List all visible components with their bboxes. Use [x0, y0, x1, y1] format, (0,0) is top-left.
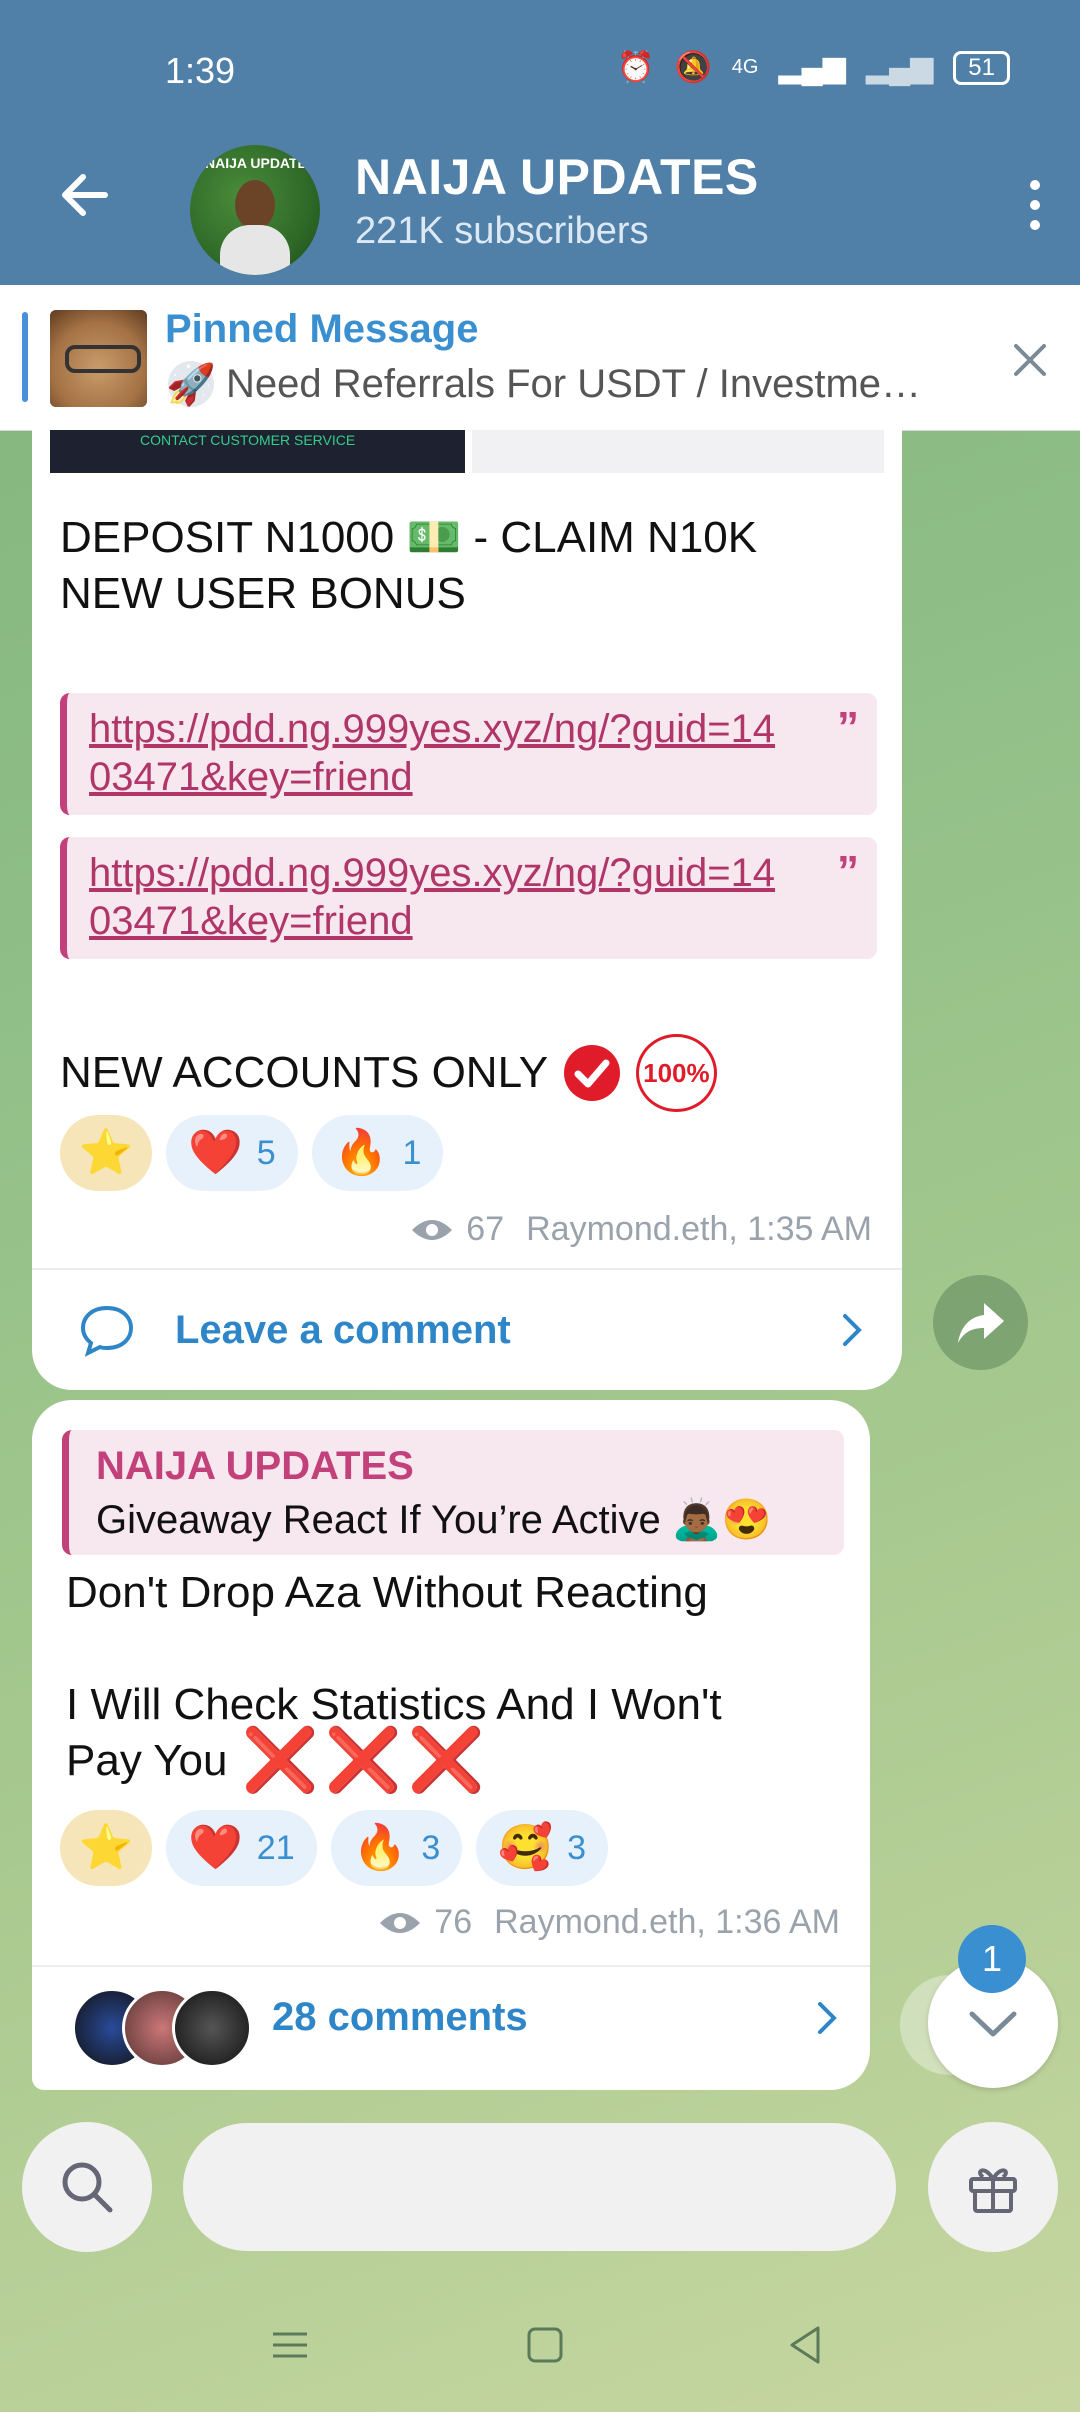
status-bar: 1:39 ⏰ 🔕 4G ▂▄▆ ▂▄▆ 51 [0, 0, 1080, 140]
post-footer-text: NEW ACCOUNTS ONLY 100% [60, 1034, 717, 1112]
share-icon [957, 1302, 1004, 1343]
link[interactable]: https://pdd.ng.999yes.xyz/ng/?guid=14034… [67, 693, 877, 815]
post-text: Don't Drop Aza Without Reacting I Will C… [66, 1565, 722, 1795]
gift-button[interactable] [928, 2122, 1058, 2252]
verified-badge-icon [564, 1045, 621, 1101]
app-header: 1:39 ⏰ 🔕 4G ▂▄▆ ▂▄▆ 51 NAIJA UPDATES NAI… [0, 0, 1080, 285]
unread-badge: 1 [958, 1925, 1026, 1993]
hundred-badge: 100% [636, 1034, 717, 1112]
link[interactable]: https://pdd.ng.999yes.xyz/ng/?guid=14034… [67, 837, 877, 959]
network-label: 4G [731, 56, 759, 78]
alarm-icon: ⏰ [617, 51, 655, 84]
author-time: Raymond.eth, 1:35 AM [526, 1210, 872, 1248]
view-count: 67 [466, 1210, 505, 1248]
avatar-text: NAIJA UPDATES [205, 155, 317, 171]
battery-icon: 51 [953, 50, 1010, 85]
post-text: DEPOSIT N1000 💵 - CLAIM N10K NEW USER BO… [60, 510, 757, 622]
reaction-count: 21 [256, 1828, 295, 1867]
share-button[interactable] [933, 1275, 1028, 1370]
reaction-count: 1 [402, 1133, 422, 1172]
channel-post[interactable]: NAIJA UPDATES Giveaway React If You’re A… [32, 1400, 870, 2090]
close-icon[interactable] [1010, 340, 1050, 380]
chevron-down-icon [969, 2011, 1017, 2037]
post-image[interactable]: CONTACT CUSTOMER SERVICE [50, 430, 465, 473]
link-quote[interactable]: https://pdd.ng.999yes.xyz/ng/?guid=14034… [60, 693, 877, 815]
reaction-heart[interactable]: ❤️ 5 [166, 1115, 298, 1191]
eye-icon [380, 1912, 421, 1933]
post-line: NEW ACCOUNTS ONLY [60, 1048, 549, 1097]
author-time: Raymond.eth, 1:36 AM [494, 1903, 840, 1941]
channel-title[interactable]: NAIJA UPDATES [355, 148, 759, 206]
divider [32, 1965, 870, 1967]
post-meta: 76 Raymond.eth, 1:36 AM [378, 1903, 840, 1942]
image-caption: CONTACT CUSTOMER SERVICE [140, 432, 356, 448]
reaction-fire[interactable]: 🔥 3 [330, 1810, 463, 1886]
home-icon[interactable] [520, 2320, 570, 2370]
mute-icon: 🔕 [674, 51, 712, 84]
gift-icon [969, 2168, 1017, 2213]
signal-icon-2: ▂▄▆ [865, 51, 934, 84]
quote-icon: ” [837, 703, 859, 752]
avatar [172, 1988, 252, 2068]
post-line: Pay You [66, 1736, 228, 1785]
message-input[interactable] [183, 2123, 896, 2251]
channel-avatar[interactable]: NAIJA UPDATES [190, 145, 320, 275]
link-quote[interactable]: https://pdd.ng.999yes.xyz/ng/?guid=14034… [60, 837, 877, 959]
search-icon [62, 2162, 113, 2213]
back-arrow-icon[interactable] [55, 165, 115, 225]
x-marks: ❌❌❌ [241, 1726, 492, 1795]
system-navigation-bar [0, 2290, 1080, 2412]
pinned-thumbnail [50, 310, 147, 407]
pinned-accent [22, 312, 28, 402]
more-vertical-icon[interactable] [1020, 175, 1050, 235]
reaction-count: 3 [421, 1828, 441, 1867]
signal-icon: ▂▄▆ [778, 51, 846, 84]
eye-icon [412, 1219, 453, 1240]
reaction-fire[interactable]: 🔥 1 [311, 1115, 444, 1191]
pinned-preview: 🚀 Need Referrals For USDT / Investme… [166, 361, 922, 407]
pinned-preview-text: Need Referrals For USDT / Investme… [226, 361, 922, 406]
reply-text: Giveaway React If You’re Active 🙇🏾‍♂️😍 [96, 1498, 772, 1542]
reaction-star[interactable]: ⭐ [60, 1115, 152, 1191]
leave-comment-row[interactable]: Leave a comment [77, 1300, 867, 1360]
reactions: ⭐ ❤️ 5 🔥 1 [60, 1115, 444, 1191]
rocket-icon: 🚀 [166, 361, 216, 407]
post-line: I Will Check Statistics And I Won't [66, 1680, 722, 1729]
subscriber-count: 221K subscribers [355, 210, 649, 252]
quote-icon: ” [837, 847, 859, 896]
status-time: 1:39 [165, 50, 236, 91]
leave-comment-label: Leave a comment [175, 1307, 511, 1352]
channel-post[interactable]: CONTACT CUSTOMER SERVICE DEPOSIT N1000 💵… [32, 430, 902, 1390]
post-line: NEW USER BONUS [60, 569, 466, 618]
status-icons: ⏰ 🔕 4G ▂▄▆ ▂▄▆ 51 [617, 50, 1010, 85]
pinned-title: Pinned Message [165, 307, 479, 351]
avatar-body [220, 225, 290, 275]
pinned-message-bar[interactable]: Pinned Message 🚀 Need Referrals For USDT… [0, 285, 1080, 431]
chevron-right-icon [843, 1314, 862, 1346]
reaction-count: 3 [567, 1828, 587, 1867]
menu-icon[interactable] [265, 2320, 315, 2370]
commenter-avatars [72, 1988, 252, 2068]
divider [32, 1268, 902, 1270]
reply-quote[interactable]: NAIJA UPDATES Giveaway React If You’re A… [62, 1430, 844, 1555]
comment-bubble-icon [80, 1305, 134, 1357]
reaction-heart[interactable]: ❤️ 21 [166, 1810, 317, 1886]
comments-count-label: 28 comments [272, 1995, 528, 2039]
post-line: DEPOSIT N1000 💵 - CLAIM N10K [60, 513, 758, 562]
view-count: 76 [434, 1903, 473, 1941]
reply-author: NAIJA UPDATES [96, 1444, 414, 1488]
search-button[interactable] [22, 2122, 152, 2252]
comments-row[interactable]: 28 comments [272, 1995, 842, 2040]
reaction-star[interactable]: ⭐ [60, 1810, 152, 1886]
post-line: Don't Drop Aza Without Reacting [66, 1568, 708, 1617]
chevron-right-icon [818, 2001, 837, 2034]
reactions: ⭐ ❤️ 21 🔥 3 🥰 3 [60, 1810, 609, 1886]
avatar-face [235, 180, 275, 230]
reaction-count: 5 [256, 1133, 276, 1172]
post-meta: 67 Raymond.eth, 1:35 AM [410, 1210, 872, 1249]
back-icon[interactable] [780, 2320, 830, 2370]
reaction-love[interactable]: 🥰 3 [476, 1810, 609, 1886]
post-image-right[interactable] [472, 430, 884, 473]
